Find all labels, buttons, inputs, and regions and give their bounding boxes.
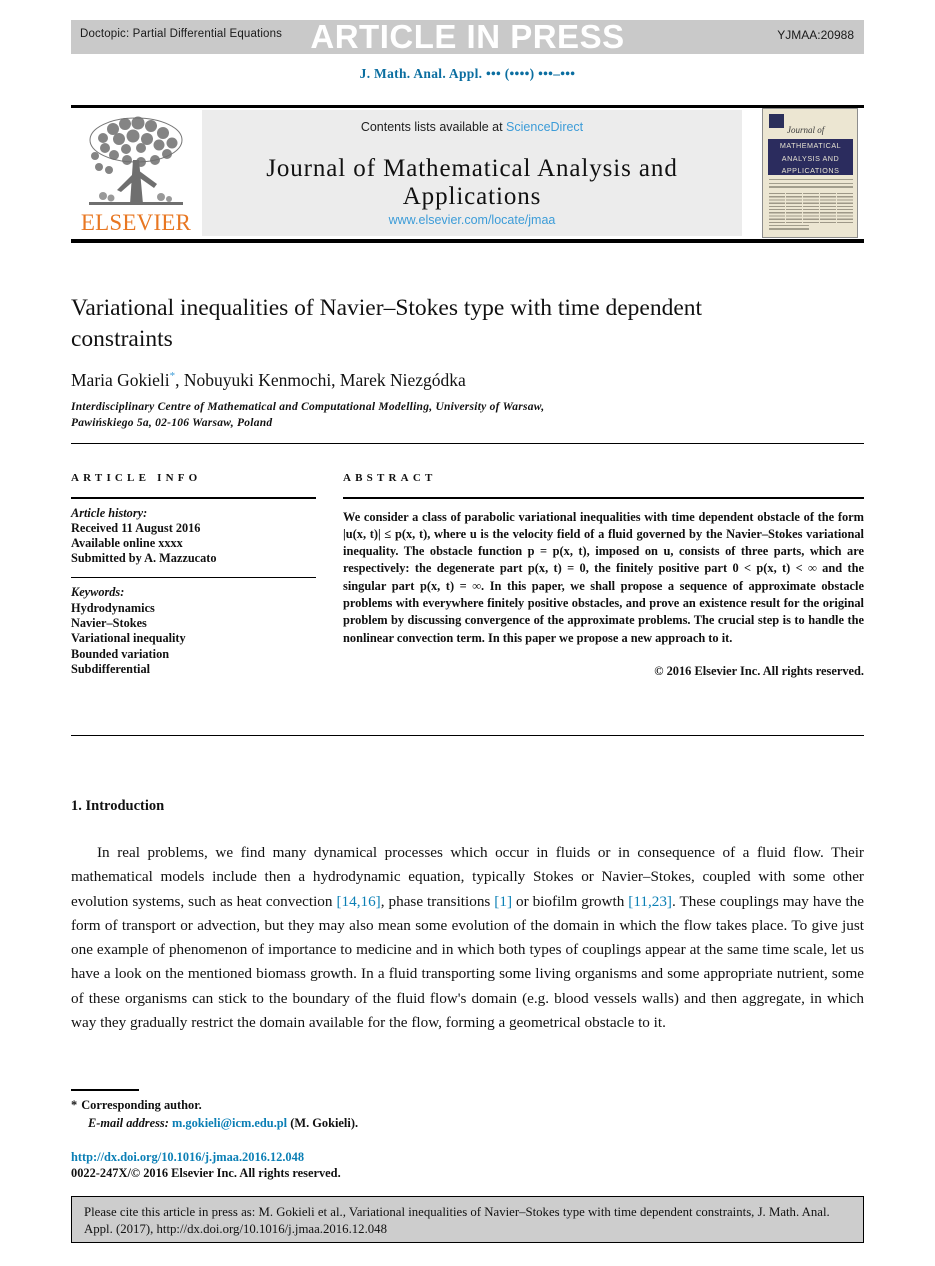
issn-copyright-line: 0022-247X/© 2016 Elsevier Inc. All right… [71, 1166, 341, 1180]
corresponding-author-note: * Corresponding author. [71, 1097, 671, 1115]
citation-ref[interactable]: [11,23] [628, 893, 672, 910]
email-note: E-mail address: m.gokieli@icm.edu.pl (M.… [71, 1115, 671, 1133]
keyword-item: Variational inequality [71, 631, 186, 646]
keyword-item: Subdifferential [71, 661, 151, 676]
cover-contents-grid [769, 193, 853, 223]
email-suffix: (M. Gokieli). [290, 1115, 359, 1130]
abstract-text: We consider a class of parabolic variati… [343, 509, 864, 645]
citation-ref[interactable]: [1] [494, 893, 512, 910]
journal-title: Journal of Mathematical Analysis and App… [266, 155, 678, 210]
affiliation: Interdisciplinary Centre of Mathematical… [71, 400, 771, 431]
citation-ref[interactable]: [14,16] [336, 893, 380, 910]
sciencedirect-link[interactable]: ScienceDirect [506, 120, 583, 134]
footnote-block: * Corresponding author. E-mail address: m… [71, 1097, 671, 1132]
paragraph-text: . These couplings may have the form of t… [71, 892, 865, 1032]
cover-journal-of-label: Journal of [787, 125, 825, 135]
elsevier-logo: ELSEVIER [77, 110, 195, 238]
journal-cover-thumbnail: Journal of MATHEMATICAL ANALYSIS AND APP… [762, 108, 858, 238]
paragraph-text: or biofilm growth [512, 892, 629, 910]
article-history-item: Available online xxxx [71, 536, 183, 551]
doi-link[interactable]: http://dx.doi.org/10.1016/j.jmaa.2016.12… [71, 1150, 304, 1165]
article-info-heading: ARTICLE INFO [71, 472, 202, 484]
authors-remaining: , Nobuyuki Kenmochi, Marek Niezgódka [175, 370, 466, 390]
abstract-heading: ABSTRACT [343, 472, 437, 484]
article-in-press-bar: Doctopic: Partial Differential Equations… [71, 18, 864, 55]
keywords-label: Keywords: [71, 585, 125, 600]
article-history-item: Received 11 August 2016 [71, 520, 201, 535]
corresponding-author-text: Corresponding author. [81, 1098, 202, 1112]
cover-band-line-3: APPLICATIONS [781, 166, 840, 175]
masthead-center-panel: Contents lists available at ScienceDirec… [202, 110, 742, 236]
keyword-item: Bounded variation [71, 646, 170, 661]
article-page: Doctopic: Partial Differential Equations… [0, 0, 935, 1266]
article-history-label: Article history: [71, 505, 148, 520]
cover-band-line-2: ANALYSIS AND [781, 153, 840, 163]
info-section-rule-top [71, 443, 864, 444]
article-in-press-watermark: ARTICLE IN PRESS [310, 18, 625, 55]
introduction-paragraph: In real problems, we find many dynamical… [71, 841, 864, 1035]
email-link[interactable]: m.gokieli@icm.edu.pl [172, 1116, 287, 1130]
footnote-rule [71, 1089, 139, 1091]
abstract-copyright: © 2016 Elsevier Inc. All rights reserved… [654, 663, 864, 678]
paragraph-text: , phase transitions [380, 892, 495, 910]
cite-this-article-box: Please cite this article in press as: M.… [71, 1196, 864, 1243]
keywords-block: Keywords: Hydrodynamics Navier–Stokes Va… [71, 578, 316, 677]
cover-elsevier-mark-icon [769, 114, 784, 128]
keyword-item: Hydrodynamics [71, 600, 155, 615]
cite-this-article-text: Please cite this article in press as: M.… [84, 1205, 830, 1236]
affiliation-line-2: Pawińskiego 5a, 02-106 Warsaw, Poland [71, 416, 273, 429]
abstract-column: ABSTRACT We consider a class of paraboli… [343, 472, 864, 679]
author-first: Maria Gokieli [71, 370, 170, 390]
journal-reference-line: J. Math. Anal. Appl. ••• (••••) •••–••• [359, 66, 576, 81]
masthead-rule-bottom [71, 239, 864, 243]
cover-text-lines [769, 179, 853, 190]
email-label: E-mail address: [88, 1115, 169, 1130]
elsevier-wordmark: ELSEVIER [80, 210, 192, 235]
affiliation-line-1: Interdisciplinary Centre of Mathematical… [71, 401, 545, 413]
page-title: Variational inequalities of Navier–Stoke… [71, 295, 703, 352]
journal-masthead: ELSEVIER Contents lists available at Sci… [71, 108, 864, 238]
article-history-item: Submitted by A. Mazzucato [71, 551, 217, 566]
keyword-item: Navier–Stokes [71, 615, 147, 630]
section-heading-introduction: 1. Introduction [71, 798, 165, 814]
article-info-column: ARTICLE INFO Article history: Received 1… [71, 472, 316, 677]
article-history-block: Article history: Received 11 August 2016… [71, 499, 316, 567]
journal-homepage-link[interactable]: www.elsevier.com/locate/jmaa [202, 213, 742, 227]
info-section-rule-bottom [71, 735, 864, 736]
manuscript-id-label: YJMAA:20988 [777, 28, 854, 42]
footnote-star-marker: * [71, 1098, 78, 1112]
cover-footer-lines [769, 224, 853, 232]
cover-title-band: MATHEMATICAL ANALYSIS AND APPLICATIONS [768, 139, 853, 175]
contents-available-line: Contents lists available at ScienceDirec… [202, 120, 742, 134]
author-list: Maria Gokieli*, Nobuyuki Kenmochi, Marek… [71, 370, 831, 391]
cover-band-line-1: MATHEMATICAL [779, 141, 842, 150]
contents-prefix: Contents lists available at [360, 120, 507, 134]
elsevier-tree-icon [89, 116, 183, 205]
